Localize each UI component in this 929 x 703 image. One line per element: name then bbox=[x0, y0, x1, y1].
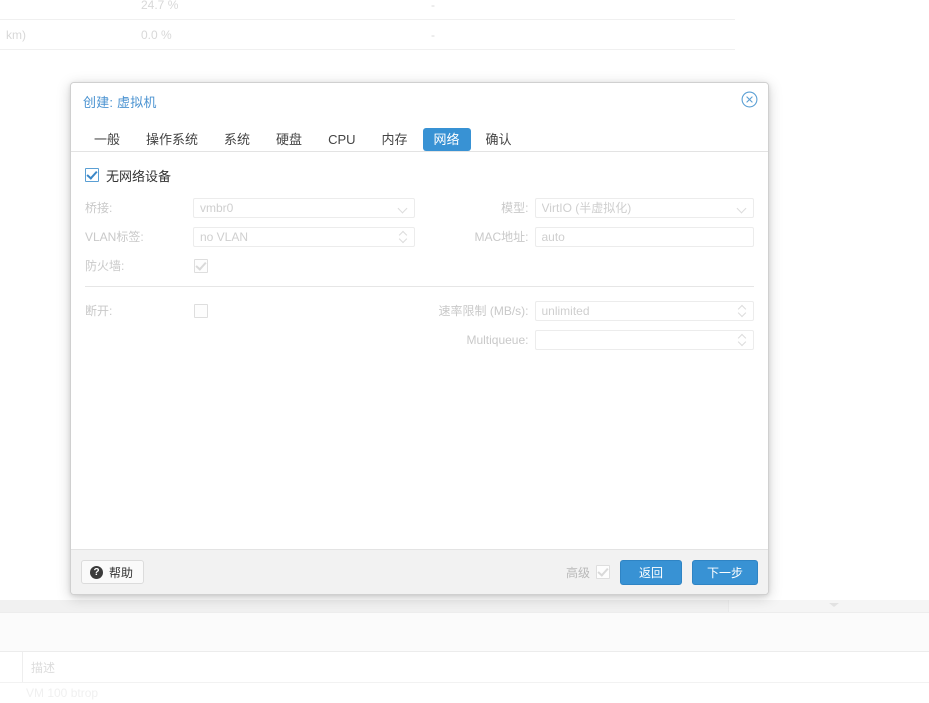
mac-address-input[interactable]: auto bbox=[534, 226, 754, 247]
model-value: VirtIO (半虚拟化) bbox=[541, 201, 632, 215]
field-label-model: 模型: bbox=[501, 201, 529, 215]
background-toolbar bbox=[0, 600, 929, 613]
spinner-arrows-icon[interactable] bbox=[399, 230, 408, 244]
table-cell-usage: 24.7 % bbox=[141, 0, 179, 12]
advanced-toggle-label: 高级 bbox=[565, 565, 590, 580]
chevron-down-icon bbox=[829, 603, 839, 607]
tab-disks[interactable]: 硬盘 bbox=[265, 128, 313, 151]
rate-limit-input[interactable]: unlimited bbox=[534, 300, 754, 321]
table-cell-value: - bbox=[431, 0, 435, 12]
field-firewall: 防火墙: bbox=[85, 251, 415, 280]
table-cell-name: km) bbox=[6, 27, 26, 42]
vlan-tag-value: no VLAN bbox=[200, 229, 249, 244]
background-row-gutter bbox=[0, 652, 23, 682]
tab-cpu[interactable]: CPU bbox=[317, 128, 366, 151]
advanced-column-left: 断开: bbox=[85, 296, 415, 354]
field-label-disconnect: 断开: bbox=[85, 304, 113, 318]
form-column-left: 桥接: vmbr0 VLAN标签: no VLAN 防火墙: bbox=[85, 193, 415, 280]
chevron-down-icon bbox=[737, 203, 747, 213]
table-row: km) 0.0 % - bbox=[0, 20, 735, 50]
background-lower-panel: 描述 VM 100 btrop bbox=[0, 600, 929, 703]
dialog-header: 创建: 虚拟机 bbox=[71, 83, 768, 119]
dialog-body: 无网络设备 桥接: vmbr0 VLAN标签: no VLAN 防火墙: 模型:… bbox=[71, 151, 768, 550]
field-label-rate-limit: 速率限制 (MB/s): bbox=[438, 304, 529, 318]
field-multiqueue: Multiqueue: bbox=[425, 325, 754, 354]
no-network-device-label: 无网络设备 bbox=[106, 168, 172, 184]
field-label-bridge: 桥接: bbox=[85, 201, 113, 215]
field-label-firewall: 防火墙: bbox=[85, 259, 125, 273]
advanced-section: 断开: 速率限制 (MB/s): unlimited Multiqueue: bbox=[85, 287, 754, 354]
advanced-column-right: 速率限制 (MB/s): unlimited Multiqueue: bbox=[415, 296, 754, 354]
background-last-row-text: VM 100 btrop bbox=[26, 686, 99, 700]
firewall-checkbox[interactable] bbox=[194, 258, 208, 273]
next-button[interactable]: 下一步 bbox=[691, 559, 758, 585]
mac-address-value: auto bbox=[541, 229, 565, 244]
dialog-title: 创建: 虚拟机 bbox=[83, 94, 157, 110]
tab-memory[interactable]: 内存 bbox=[371, 128, 419, 151]
tab-system[interactable]: 系统 bbox=[213, 128, 261, 151]
form-columns: 桥接: vmbr0 VLAN标签: no VLAN 防火墙: 模型: VirtI… bbox=[85, 193, 754, 280]
bridge-value: vmbr0 bbox=[200, 200, 234, 215]
rate-limit-value: unlimited bbox=[541, 303, 590, 318]
chevron-down-icon bbox=[398, 203, 408, 213]
table-cell-value: - bbox=[431, 27, 435, 42]
field-rate-limit: 速率限制 (MB/s): unlimited bbox=[425, 296, 754, 325]
firewall-checkbox-wrap bbox=[193, 256, 415, 276]
field-model: 模型: VirtIO (半虚拟化) bbox=[425, 193, 754, 222]
background-last-row: VM 100 btrop bbox=[0, 683, 929, 703]
background-description-row: 描述 bbox=[0, 652, 929, 683]
question-mark-icon: ? bbox=[90, 565, 103, 579]
spinner-arrows-icon[interactable] bbox=[738, 333, 747, 347]
field-label-multiqueue: Multiqueue: bbox=[466, 332, 529, 347]
disconnect-checkbox-wrap bbox=[193, 301, 415, 321]
dialog-footer: ? 帮助 高级 返回 下一步 bbox=[71, 550, 768, 594]
tab-confirm[interactable]: 确认 bbox=[475, 128, 523, 151]
no-network-device-row: 无网络设备 bbox=[85, 166, 754, 184]
column-header-description: 描述 bbox=[31, 660, 56, 675]
create-vm-dialog: 创建: 虚拟机 一般 操作系统 系统 硬盘 CPU 内存 网络 确认 无网络设备 bbox=[70, 82, 769, 595]
table-row: 24.7 % - bbox=[0, 0, 735, 20]
spinner-arrows-icon[interactable] bbox=[738, 304, 747, 318]
wizard-tab-bar: 一般 操作系统 系统 硬盘 CPU 内存 网络 确认 bbox=[71, 119, 768, 151]
no-network-device-checkbox[interactable] bbox=[85, 168, 99, 182]
model-select[interactable]: VirtIO (半虚拟化) bbox=[534, 197, 754, 218]
background-stats-table: 24.7 % - km) 0.0 % - bbox=[0, 0, 735, 50]
field-vlan-tag: VLAN标签: no VLAN bbox=[85, 222, 415, 251]
bridge-select[interactable]: vmbr0 bbox=[193, 197, 415, 218]
advanced-toggle-checkbox[interactable] bbox=[595, 565, 610, 579]
help-button-label: 帮助 bbox=[109, 565, 134, 580]
field-label-mac-address: MAC地址: bbox=[474, 230, 529, 244]
field-bridge: 桥接: vmbr0 bbox=[85, 193, 415, 222]
form-column-right: 模型: VirtIO (半虚拟化) MAC地址: auto bbox=[415, 193, 754, 280]
table-cell-usage: 0.0 % bbox=[141, 27, 172, 42]
disconnect-checkbox[interactable] bbox=[194, 303, 208, 318]
field-disconnect: 断开: bbox=[85, 296, 415, 325]
tab-network[interactable]: 网络 bbox=[422, 128, 471, 151]
close-circle-icon[interactable] bbox=[741, 91, 758, 108]
field-label-vlan-tag: VLAN标签: bbox=[85, 230, 144, 244]
background-blank-strip bbox=[0, 613, 929, 652]
tab-os[interactable]: 操作系统 bbox=[135, 128, 209, 151]
multiqueue-input[interactable] bbox=[534, 329, 754, 350]
help-button[interactable]: ? 帮助 bbox=[81, 560, 145, 584]
vlan-tag-input[interactable]: no VLAN bbox=[193, 226, 415, 247]
tab-general[interactable]: 一般 bbox=[83, 128, 131, 151]
back-button[interactable]: 返回 bbox=[619, 559, 682, 585]
field-mac-address: MAC地址: auto bbox=[425, 222, 754, 251]
footer-actions: 高级 返回 下一步 bbox=[565, 559, 758, 585]
